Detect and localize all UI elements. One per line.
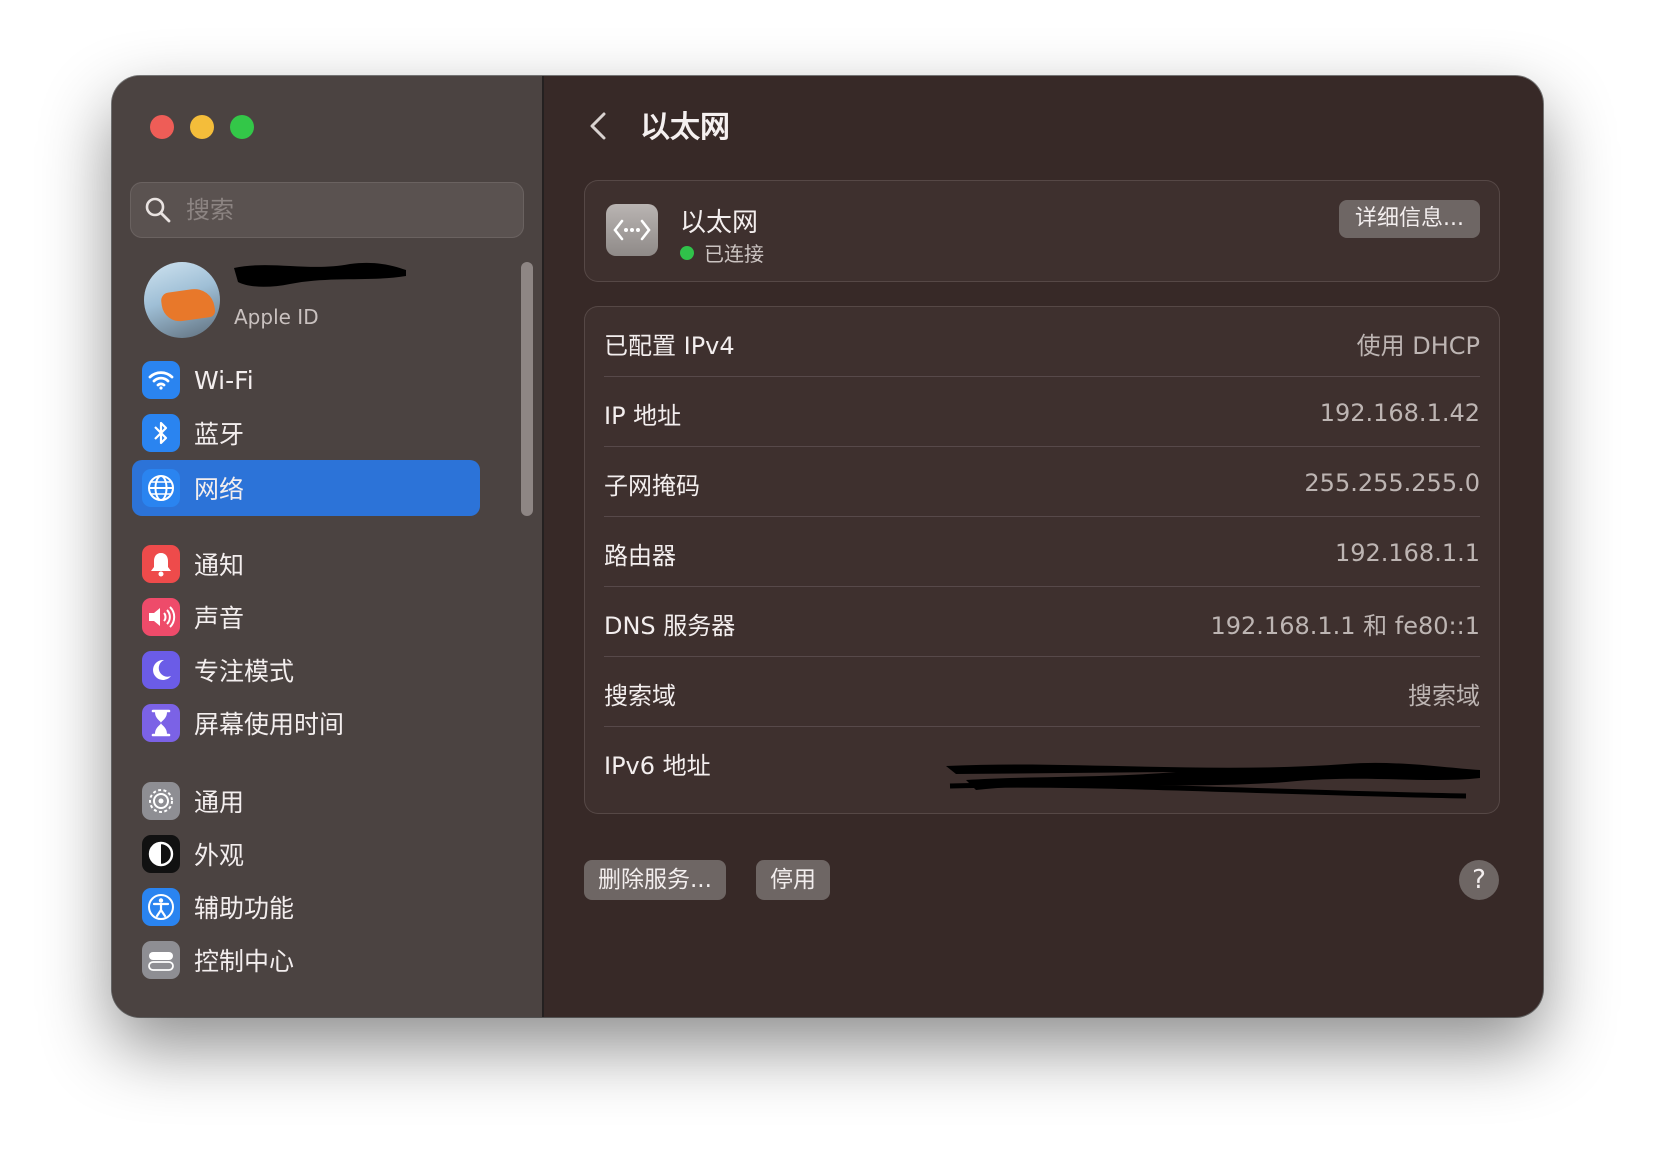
close-button[interactable] [150,115,174,139]
settings-window: Apple ID Wi-Fi [112,76,1543,1017]
zoom-button[interactable] [230,115,254,139]
sidebar-item-general[interactable]: 通用 [132,773,480,829]
info-label: IP 地址 [604,401,682,430]
details-button[interactable]: 详细信息... [1339,200,1480,238]
sidebar-item-sound[interactable]: 声音 [132,589,480,645]
info-row: 子网掩码 255.255.255.0 [604,446,1480,520]
service-status: 已连接 [680,238,764,267]
search-input[interactable] [184,195,508,225]
search-field[interactable] [130,182,524,238]
info-label: IPv6 地址 [604,751,711,780]
redaction-scribble [234,262,406,287]
info-label: 已配置 IPv4 [604,331,735,360]
minimize-button[interactable] [190,115,214,139]
info-value: 192.168.1.1 [1334,539,1480,567]
info-row: 搜索域 搜索域 [604,656,1480,730]
info-row: 已配置 IPv4 使用 DHCP [604,306,1480,380]
sidebar-item-screen-time[interactable]: 屏幕使用时间 [132,695,480,751]
sidebar-item-label: 蓝牙 [194,420,245,449]
network-info-card: 已配置 IPv4 使用 DHCP IP 地址 192.168.1.42 子网掩码… [584,306,1500,814]
remove-service-button[interactable]: 删除服务... [584,860,726,900]
status-dot [680,245,694,260]
info-row: DNS 服务器 192.168.1.1 和 fe80::1 [604,586,1480,660]
bell-icon [142,545,180,583]
sidebar-item-label: 专注模式 [194,657,295,686]
sidebar-item-label: Wi-Fi [194,365,254,395]
info-row: 路由器 192.168.1.1 [604,516,1480,590]
sidebar-item-appearance[interactable]: 外观 [132,826,480,882]
back-chevron-icon[interactable] [584,106,614,146]
bluetooth-icon [142,414,180,452]
info-label: DNS 服务器 [604,611,736,640]
sidebar-item-bluetooth[interactable]: 蓝牙 [132,405,480,461]
gear-icon [142,782,180,820]
service-name: 以太网 [680,208,759,238]
window-controls [150,115,254,139]
sidebar-item-label: 屏幕使用时间 [194,710,345,739]
redaction-scribble [946,762,1480,799]
sidebar-item-label: 通用 [194,788,245,817]
globe-icon [142,469,180,507]
info-value: 使用 DHCP [1356,331,1480,360]
service-card: 以太网 已连接 详细信息... [584,180,1500,282]
sidebar-item-label: 外观 [194,841,245,870]
info-label: 路由器 [604,541,676,570]
sidebar-item-accessibility[interactable]: 辅助功能 [132,879,480,935]
disable-button[interactable]: 停用 [756,860,830,900]
sidebar-item-notifications[interactable]: 通知 [132,536,480,592]
accessibility-icon [142,888,180,926]
page-title: 以太网 [640,110,730,145]
speaker-icon [142,598,180,636]
sidebar-item-label: 控制中心 [194,947,295,976]
main-pane: 以太网 以太网 已连接 详细信息... 已配置 IPv4 使用 DHCP IP … [544,76,1543,1017]
info-value: 192.168.1.42 [1319,399,1480,427]
sidebar-item-focus[interactable]: 专注模式 [132,642,480,698]
account-subtitle: Apple ID [234,305,319,329]
sidebar-item-label: 网络 [194,475,245,504]
control-center-icon [142,941,180,979]
avatar [144,262,220,338]
info-label: 子网掩码 [604,471,700,500]
sidebar-item-network[interactable]: 网络 [132,460,480,516]
wifi-icon [142,361,180,399]
info-row: IP 地址 192.168.1.42 [604,376,1480,450]
info-value: 192.168.1.1 和 fe80::1 [1210,611,1481,640]
sidebar-item-label: 通知 [194,551,245,580]
sidebar-scrollbar[interactable] [521,262,533,516]
status-text: 已连接 [704,242,764,266]
sidebar: Apple ID Wi-Fi [112,76,544,1017]
info-value: 搜索域 [1408,681,1480,710]
ethernet-icon [606,204,658,256]
sidebar-item-control-center[interactable]: 控制中心 [132,932,480,988]
sidebar-item-label: 声音 [194,604,245,633]
sidebar-item-label: 辅助功能 [194,894,295,923]
search-icon [145,197,171,223]
info-label: 搜索域 [604,681,676,710]
help-button[interactable]: ? [1459,860,1499,900]
info-value: 255.255.255.0 [1304,469,1480,497]
sidebar-item-wifi[interactable]: Wi-Fi [132,352,480,408]
appearance-icon [142,835,180,873]
hourglass-icon [142,704,180,742]
moon-icon [142,651,180,689]
